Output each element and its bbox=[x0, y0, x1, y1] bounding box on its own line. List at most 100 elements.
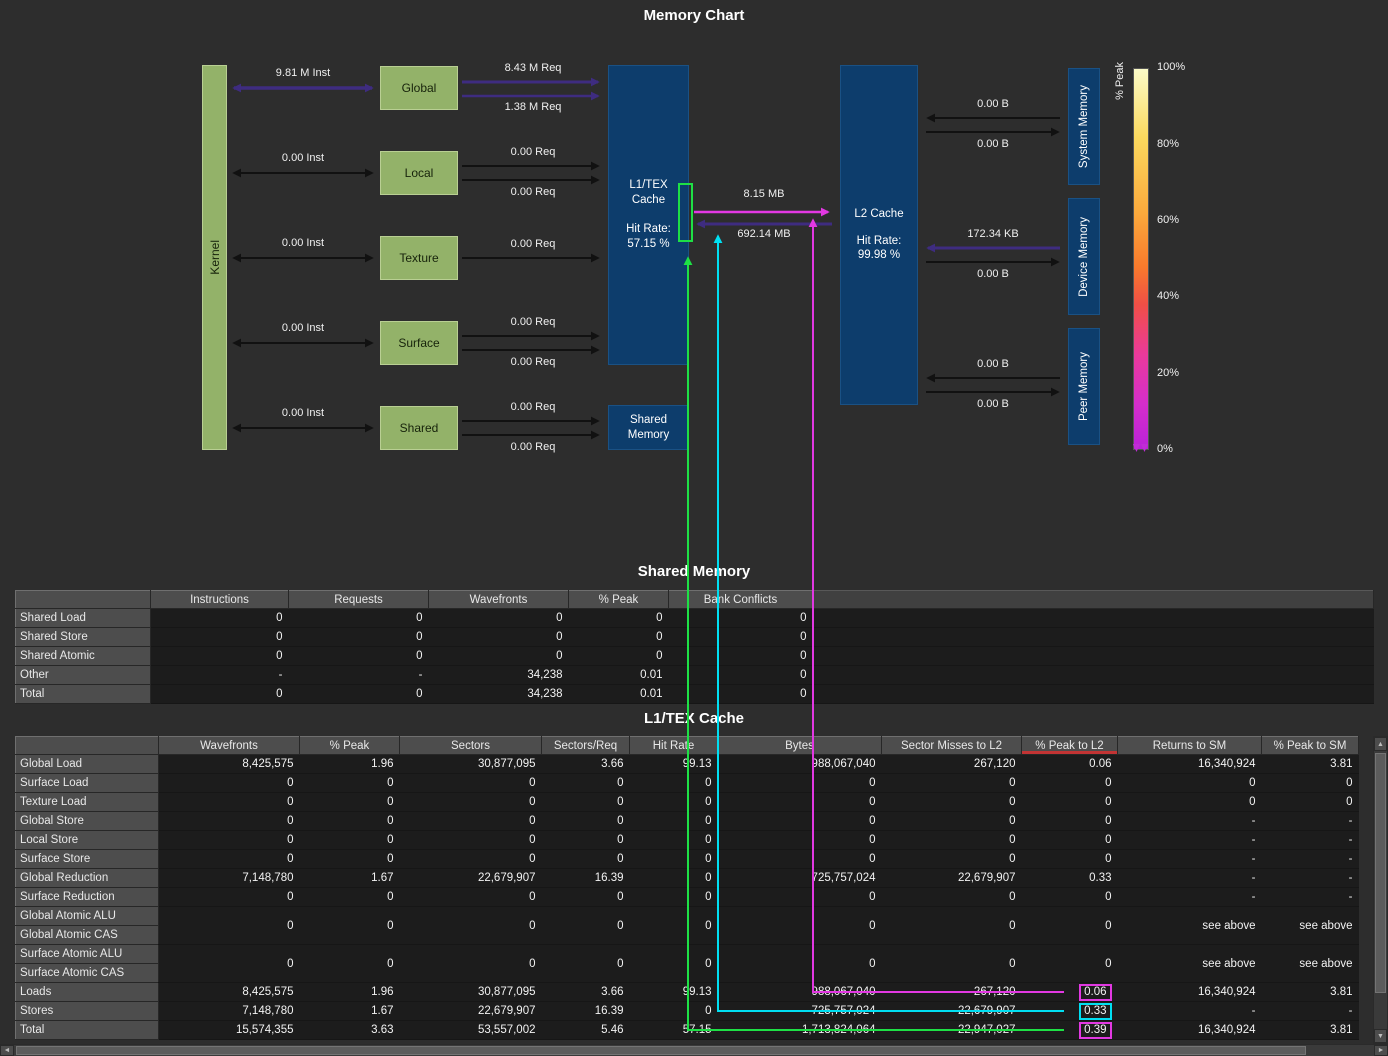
row-label[interactable]: Global Atomic ALU bbox=[16, 907, 159, 926]
table-cell[interactable]: 988,067,040 bbox=[718, 755, 882, 774]
table-cell[interactable]: 22,679,907 bbox=[882, 869, 1022, 888]
row-label[interactable]: Other bbox=[16, 666, 151, 685]
table-cell[interactable]: 0 bbox=[718, 850, 882, 869]
table-cell[interactable]: 0 bbox=[542, 907, 630, 945]
table-cell[interactable]: 0 bbox=[151, 628, 289, 647]
row-label[interactable]: Global Load bbox=[16, 755, 159, 774]
table-cell[interactable]: 53,557,002 bbox=[400, 1021, 542, 1040]
table-cell[interactable]: 0 bbox=[630, 1002, 718, 1021]
table-cell[interactable]: 22,679,907 bbox=[400, 869, 542, 888]
column-header[interactable]: Bytes bbox=[718, 737, 882, 755]
vertical-scroll-thumb[interactable] bbox=[1375, 753, 1386, 993]
scroll-up-icon[interactable]: ▲ bbox=[1374, 737, 1387, 751]
table-cell[interactable]: 0 bbox=[300, 945, 400, 983]
table-cell[interactable]: 30,877,095 bbox=[400, 983, 542, 1002]
column-header[interactable]: % Peak bbox=[300, 737, 400, 755]
table-cell[interactable]: 15,574,355 bbox=[159, 1021, 300, 1040]
table-cell[interactable]: 8,425,575 bbox=[159, 983, 300, 1002]
table-cell[interactable]: 0 bbox=[718, 793, 882, 812]
table-cell[interactable]: 3.66 bbox=[542, 755, 630, 774]
row-label[interactable]: Texture Load bbox=[16, 793, 159, 812]
table-cell[interactable]: 0 bbox=[630, 888, 718, 907]
table-cell[interactable]: 0 bbox=[151, 609, 289, 628]
table-cell[interactable]: 0 bbox=[300, 907, 400, 945]
column-header[interactable]: % Peak bbox=[569, 591, 669, 609]
table-cell[interactable]: 0 bbox=[1118, 793, 1262, 812]
table-cell[interactable]: 99.13 bbox=[630, 755, 718, 774]
table-cell[interactable]: 0.33 bbox=[1022, 869, 1118, 888]
table-cell[interactable]: 1.96 bbox=[300, 755, 400, 774]
unit-box-local[interactable]: Local bbox=[380, 151, 458, 195]
column-header[interactable]: Wavefronts bbox=[159, 737, 300, 755]
table-cell[interactable]: 22,679,907 bbox=[882, 1002, 1022, 1021]
table-cell[interactable]: - bbox=[1262, 1002, 1359, 1021]
table-cell[interactable]: 0.06 bbox=[1022, 755, 1118, 774]
table-cell[interactable]: 0 bbox=[159, 850, 300, 869]
table-cell[interactable]: see above bbox=[1118, 945, 1262, 983]
table-cell[interactable]: 0 bbox=[542, 831, 630, 850]
row-label[interactable]: Surface Reduction bbox=[16, 888, 159, 907]
table-cell[interactable]: 3.81 bbox=[1262, 755, 1359, 774]
row-label[interactable]: Surface Store bbox=[16, 850, 159, 869]
table-cell[interactable]: 30,877,095 bbox=[400, 755, 542, 774]
column-header[interactable]: % Peak to SM bbox=[1262, 737, 1359, 755]
row-label[interactable]: Surface Atomic CAS bbox=[16, 964, 159, 983]
table-cell[interactable]: 0 bbox=[882, 945, 1022, 983]
table-cell[interactable]: - bbox=[1118, 850, 1262, 869]
table-cell[interactable]: see above bbox=[1118, 907, 1262, 945]
column-header[interactable]: Hit Rate bbox=[630, 737, 718, 755]
table-cell[interactable]: 22,947,027 bbox=[882, 1021, 1022, 1040]
row-label[interactable]: Global Reduction bbox=[16, 869, 159, 888]
table-cell[interactable]: 0 bbox=[159, 831, 300, 850]
table-cell[interactable]: - bbox=[1262, 869, 1359, 888]
row-label[interactable]: Global Atomic CAS bbox=[16, 926, 159, 945]
table-cell[interactable]: 0 bbox=[718, 945, 882, 983]
table-cell[interactable]: 0 bbox=[300, 812, 400, 831]
table-cell[interactable]: 7,148,780 bbox=[159, 869, 300, 888]
table-cell[interactable]: 0 bbox=[1022, 907, 1118, 945]
table-cell[interactable]: 0 bbox=[159, 793, 300, 812]
table-corner-cell[interactable] bbox=[16, 737, 159, 755]
table-cell[interactable]: 1.67 bbox=[300, 869, 400, 888]
table-cell[interactable]: 0 bbox=[159, 812, 300, 831]
table-cell[interactable]: 988,067,040 bbox=[718, 983, 882, 1002]
row-label[interactable]: Total bbox=[16, 1021, 159, 1040]
table-cell[interactable]: 0 bbox=[400, 812, 542, 831]
table-cell[interactable]: 0 bbox=[429, 628, 569, 647]
table-cell[interactable]: 0 bbox=[289, 628, 429, 647]
table-cell[interactable]: 0 bbox=[1022, 793, 1118, 812]
l2-cache-box[interactable]: L2 Cache Hit Rate: 99.98 % bbox=[840, 65, 918, 405]
column-header[interactable]: Returns to SM bbox=[1118, 737, 1262, 755]
table-cell[interactable]: 0 bbox=[882, 774, 1022, 793]
table-cell[interactable]: 0.01 bbox=[569, 666, 669, 685]
vertical-scroll-track[interactable] bbox=[1374, 751, 1387, 1029]
table-cell[interactable]: 0 bbox=[630, 793, 718, 812]
unit-box-global[interactable]: Global bbox=[380, 66, 458, 110]
row-label[interactable]: Shared Atomic bbox=[16, 647, 151, 666]
table-cell[interactable]: - bbox=[1262, 812, 1359, 831]
unit-box-shared[interactable]: Shared bbox=[380, 406, 458, 450]
row-label[interactable]: Shared Store bbox=[16, 628, 151, 647]
table-cell[interactable]: 3.81 bbox=[1262, 983, 1359, 1002]
table-cell[interactable]: 0 bbox=[882, 850, 1022, 869]
table-cell[interactable]: 0 bbox=[300, 831, 400, 850]
table-cell[interactable]: 0 bbox=[300, 888, 400, 907]
table-cell[interactable]: 0 bbox=[569, 647, 669, 666]
table-cell[interactable]: 16.39 bbox=[542, 869, 630, 888]
table-cell[interactable]: - bbox=[151, 666, 289, 685]
table-cell[interactable]: 0 bbox=[542, 945, 630, 983]
column-header[interactable]: Sector Misses to L2 bbox=[882, 737, 1022, 755]
table-cell[interactable]: 0 bbox=[151, 685, 289, 704]
table-cell[interactable]: 725,757,024 bbox=[718, 1002, 882, 1021]
table-cell[interactable]: 57.15 bbox=[630, 1021, 718, 1040]
table-cell[interactable]: 0 bbox=[718, 888, 882, 907]
table-cell[interactable]: 0 bbox=[630, 774, 718, 793]
table-cell[interactable]: 0 bbox=[300, 793, 400, 812]
table-cell[interactable]: 0 bbox=[718, 774, 882, 793]
table-cell[interactable]: - bbox=[1262, 850, 1359, 869]
table-cell[interactable]: 0 bbox=[569, 609, 669, 628]
table-corner-cell[interactable] bbox=[16, 591, 151, 609]
table-cell[interactable]: 16,340,924 bbox=[1118, 983, 1262, 1002]
table-cell[interactable]: 0 bbox=[429, 647, 569, 666]
column-header[interactable]: Bank Conflicts bbox=[669, 591, 813, 609]
